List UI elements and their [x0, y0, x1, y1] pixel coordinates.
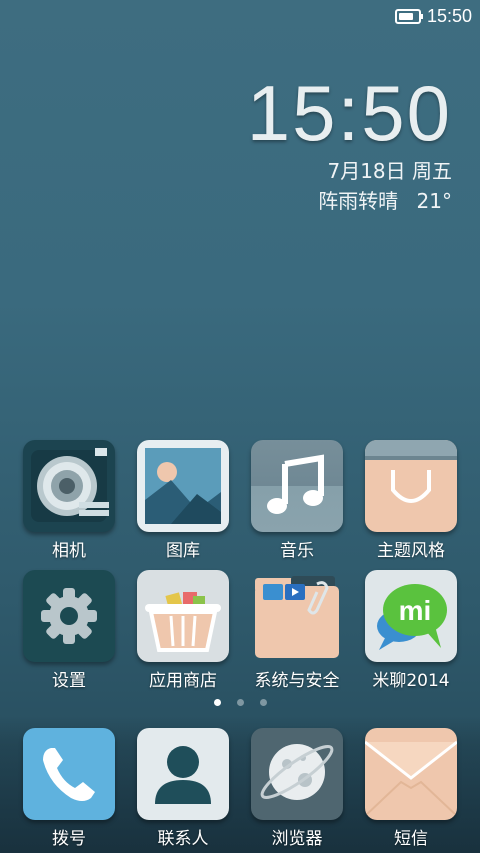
clock-date: 7月18日 周五 [327, 159, 452, 183]
app-label: 相机 [52, 541, 86, 561]
page-indicator [0, 699, 480, 709]
dock-phone[interactable]: 拨号 [14, 728, 124, 849]
page-dot [213, 699, 221, 706]
app-store[interactable]: 应用商店 [128, 570, 238, 691]
app-store-icon [137, 570, 229, 662]
status-bar: 15:50 [0, 0, 480, 34]
app-settings[interactable]: 设置 [14, 570, 124, 691]
app-row-2: 设置 应用商店 系统与安全 mi 米聊2014 [0, 570, 480, 700]
page-dot [236, 699, 244, 706]
app-theme[interactable]: 主题风格 [356, 440, 466, 561]
dock-browser[interactable]: 浏览器 [242, 728, 352, 849]
app-label: 音乐 [280, 541, 314, 561]
page-dot [259, 699, 267, 706]
weather-condition: 阵雨转晴 [318, 189, 399, 213]
status-time: 15:50 [426, 6, 472, 26]
folder-system-security[interactable]: 系统与安全 [242, 570, 352, 691]
camera-icon [23, 440, 115, 532]
theme-icon [365, 440, 457, 532]
app-label: 浏览器 [271, 829, 323, 849]
clock-time: 15:50 [246, 69, 452, 157]
settings-icon [23, 570, 115, 662]
app-label: 短信 [394, 829, 428, 849]
app-music[interactable]: 音乐 [242, 440, 352, 561]
contacts-icon [137, 728, 229, 820]
app-gallery[interactable]: 图库 [128, 440, 238, 561]
battery-icon [394, 9, 423, 24]
app-label: 联系人 [157, 829, 209, 849]
app-label: 主题风格 [377, 541, 445, 561]
music-icon [251, 440, 343, 532]
app-miliao[interactable]: mi 米聊2014 [356, 570, 466, 691]
dock: 拨号 联系人 浏览器 短信 [0, 716, 480, 853]
sms-icon [365, 728, 457, 820]
app-label: 米聊2014 [372, 671, 450, 691]
system-security-folder-icon [251, 570, 343, 662]
gallery-icon [137, 440, 229, 532]
miliao-icon: mi [365, 570, 457, 662]
app-camera[interactable]: 相机 [14, 440, 124, 561]
phone-icon [23, 728, 115, 820]
svg-text:mi: mi [399, 595, 432, 626]
app-label: 系统与安全 [254, 671, 340, 691]
app-label: 设置 [52, 671, 86, 691]
dock-contacts[interactable]: 联系人 [128, 728, 238, 849]
app-label: 图库 [166, 541, 200, 561]
dock-sms[interactable]: 短信 [356, 728, 466, 849]
app-row-1: 相机 图库 音乐 主题风格 [0, 440, 480, 570]
app-label: 拨号 [52, 829, 86, 849]
clock-widget[interactable]: 15:50 7月18日 周五 阵雨转晴 21° [247, 70, 452, 216]
app-label: 应用商店 [149, 671, 217, 691]
browser-icon [251, 728, 343, 820]
weather-temperature: 21° [416, 189, 452, 213]
weather-info: 阵雨转晴 21° [247, 186, 452, 216]
